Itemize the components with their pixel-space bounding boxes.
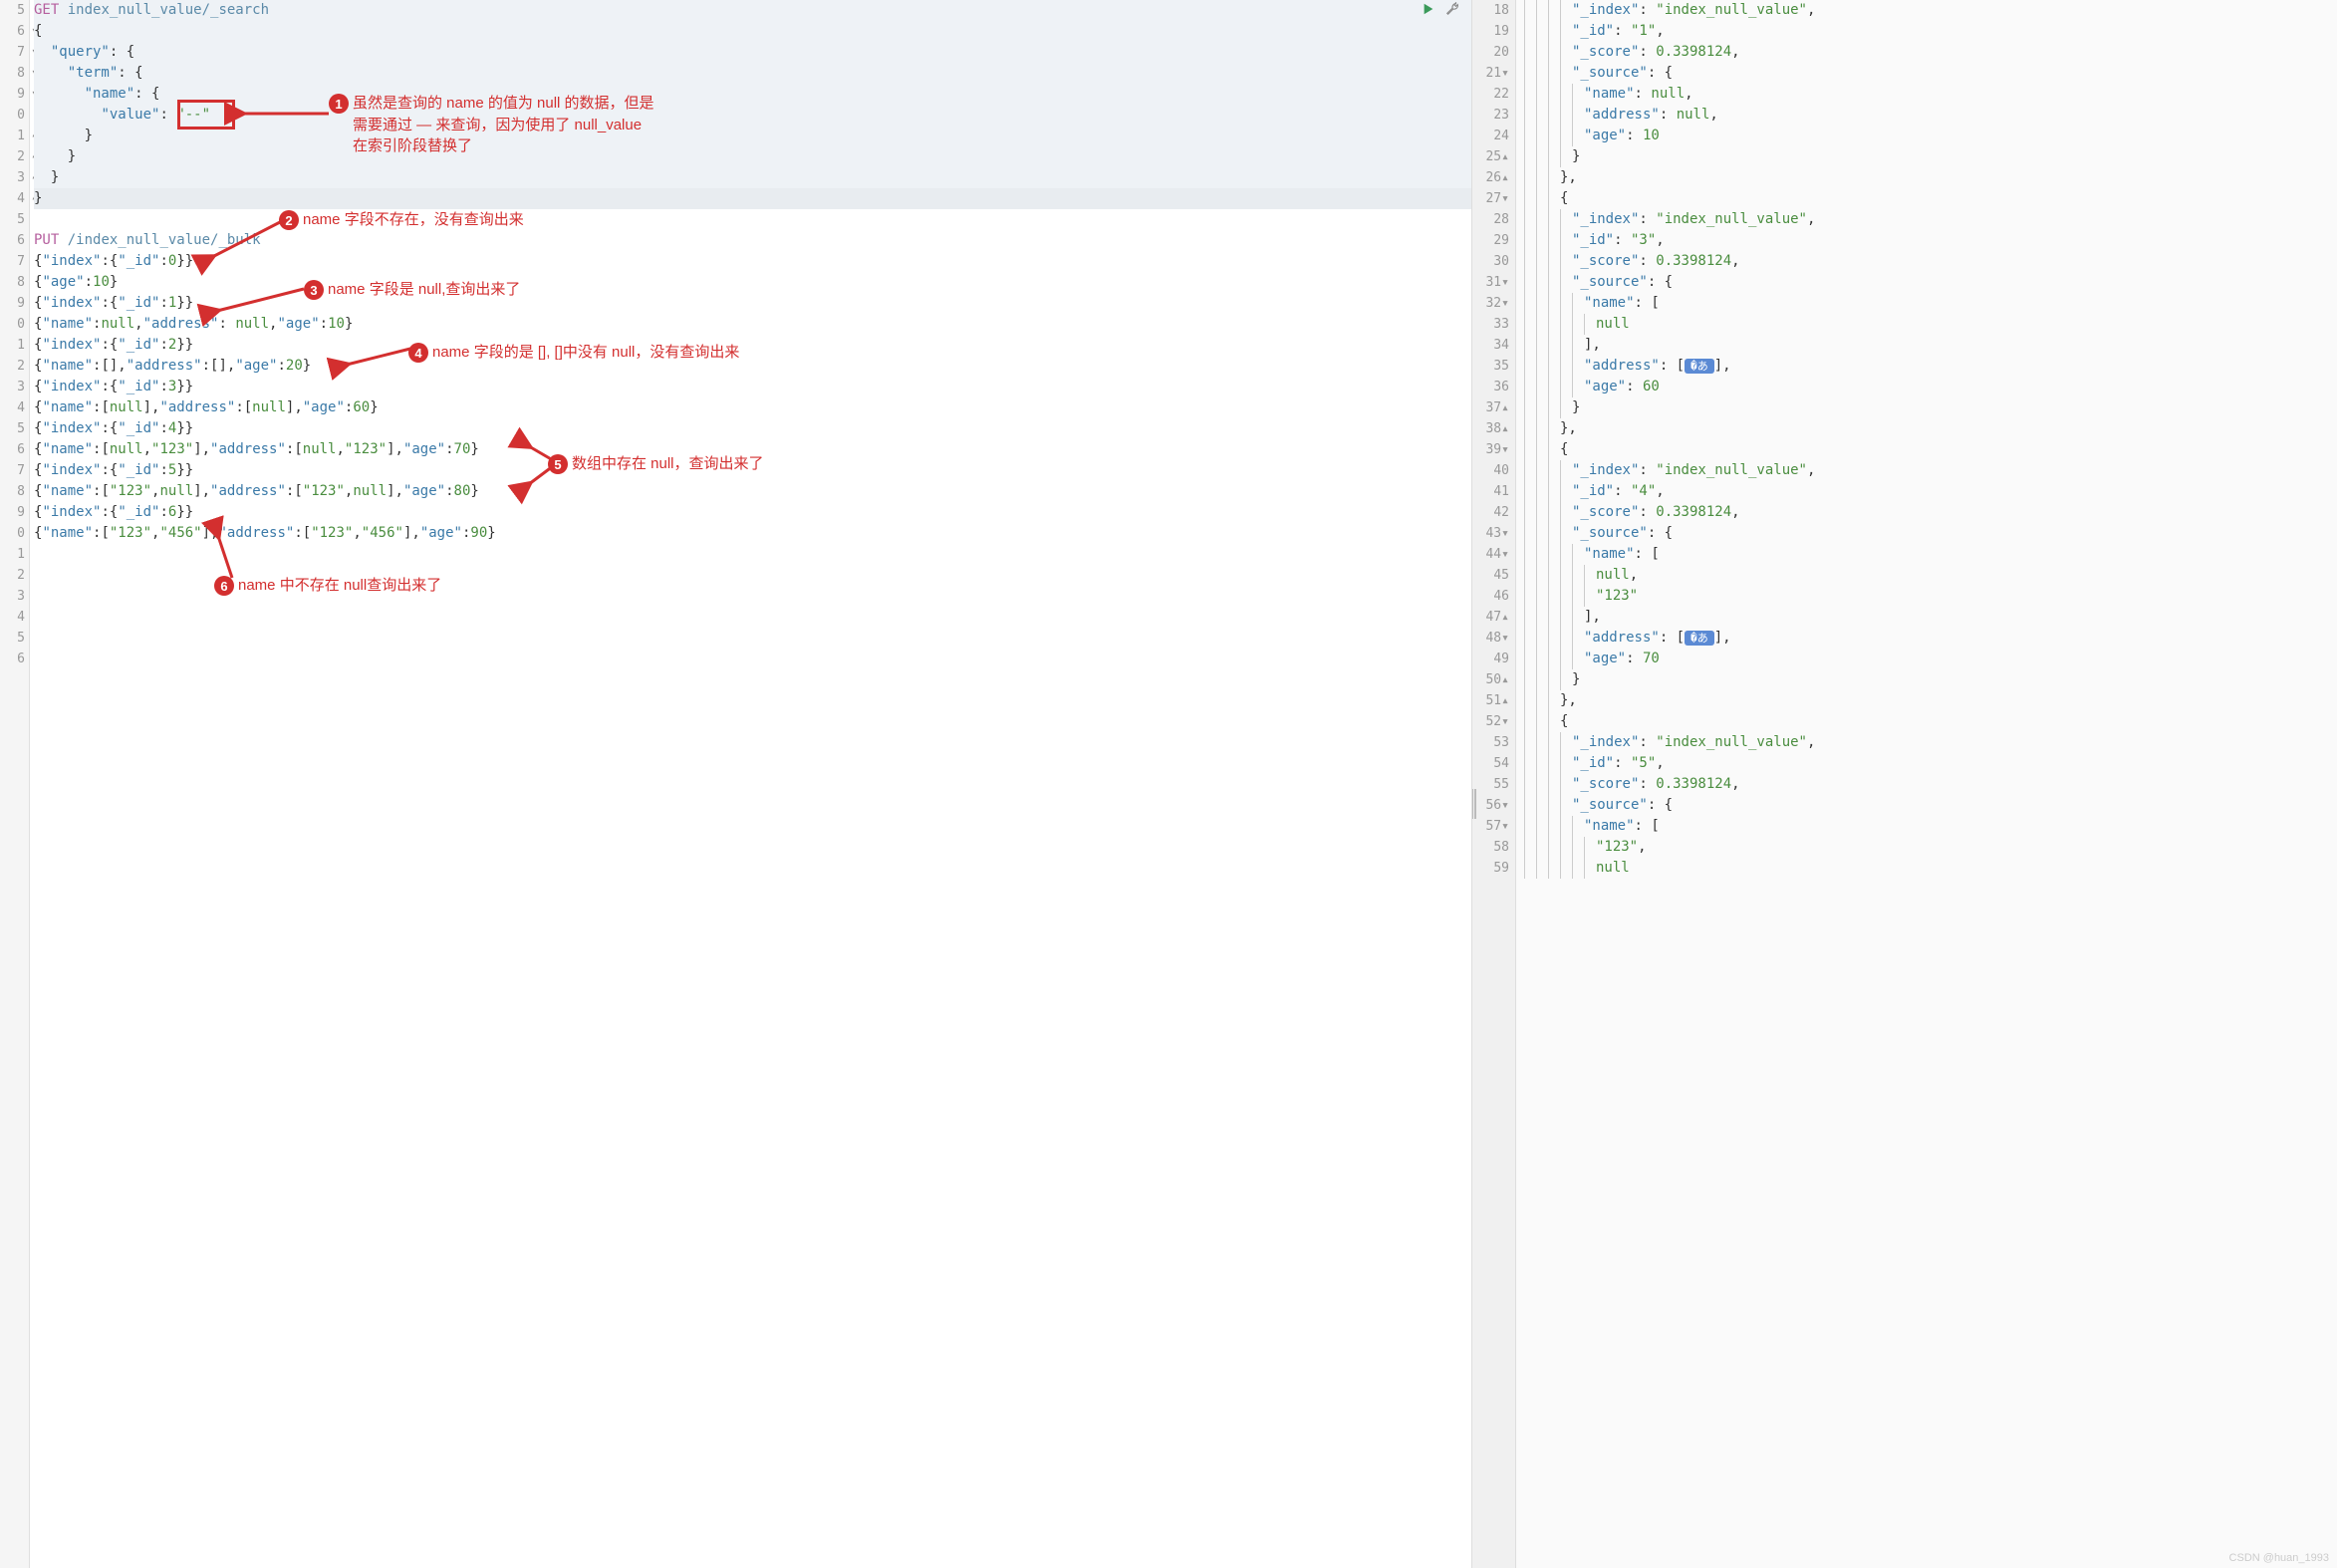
code-area-left[interactable]: GET index_null_value/_search { "query": …	[30, 0, 1471, 1568]
watermark: CSDN @huan_1993	[2229, 1552, 2329, 1564]
bulk-row: {"index":{"_id":6}}	[34, 502, 1471, 523]
bulk-row: {"index":{"_id":1}}	[34, 293, 1471, 314]
bulk-row: {"name":["123","456"],"address":["123","…	[34, 523, 1471, 544]
line-gutter-right: 18192021▾22232425▴26▴27▾28293031▾32▾3334…	[1472, 0, 1516, 1568]
request-path: index_null_value/_search	[68, 2, 269, 18]
http-method: GET	[34, 2, 59, 18]
bulk-row: {"name":null,"address": null,"age":10}	[34, 314, 1471, 335]
query-value: "--"	[176, 107, 210, 123]
bulk-row: {"name":[null,"123"],"address":[null,"12…	[34, 439, 1471, 460]
bulk-row: {"index":{"_id":0}}	[34, 251, 1471, 272]
http-method-put: PUT	[34, 232, 59, 248]
code-area-right: "_index": "index_null_value","_id": "1",…	[1516, 0, 2337, 1568]
bulk-row: {"index":{"_id":2}}	[34, 335, 1471, 356]
request-editor[interactable]: 5 6▾ 7▾ 8▾ 9▾ 0 1▴ 2▴ 3▴ 4▴ 5 6 7 8 9 0 …	[0, 0, 1471, 1568]
bulk-row: {"name":[],"address":[],"age":20}	[34, 356, 1471, 377]
editor-toolbar	[1422, 2, 1461, 18]
response-editor[interactable]: 18192021▾22232425▴26▴27▾28293031▾32▾3334…	[1472, 0, 2337, 1568]
request-editor-panel: 5 6▾ 7▾ 8▾ 9▾ 0 1▴ 2▴ 3▴ 4▴ 5 6 7 8 9 0 …	[0, 0, 1472, 1568]
bulk-row: {"index":{"_id":4}}	[34, 418, 1471, 439]
bulk-row: {"index":{"_id":5}}	[34, 460, 1471, 481]
run-icon[interactable]	[1422, 2, 1437, 18]
bulk-row: {"name":[null],"address":[null],"age":60…	[34, 397, 1471, 418]
bulk-row: {"age":10}	[34, 272, 1471, 293]
bulk-path: /index_null_value/_bulk	[68, 232, 261, 248]
bulk-row: {"name":["123",null],"address":["123",nu…	[34, 481, 1471, 502]
wrench-icon[interactable]	[1445, 2, 1461, 18]
bulk-row: {"index":{"_id":3}}	[34, 377, 1471, 397]
line-gutter-left: 5 6▾ 7▾ 8▾ 9▾ 0 1▴ 2▴ 3▴ 4▴ 5 6 7 8 9 0 …	[0, 0, 30, 1568]
response-panel: 18192021▾22232425▴26▴27▾28293031▾32▾3334…	[1472, 0, 2337, 1568]
